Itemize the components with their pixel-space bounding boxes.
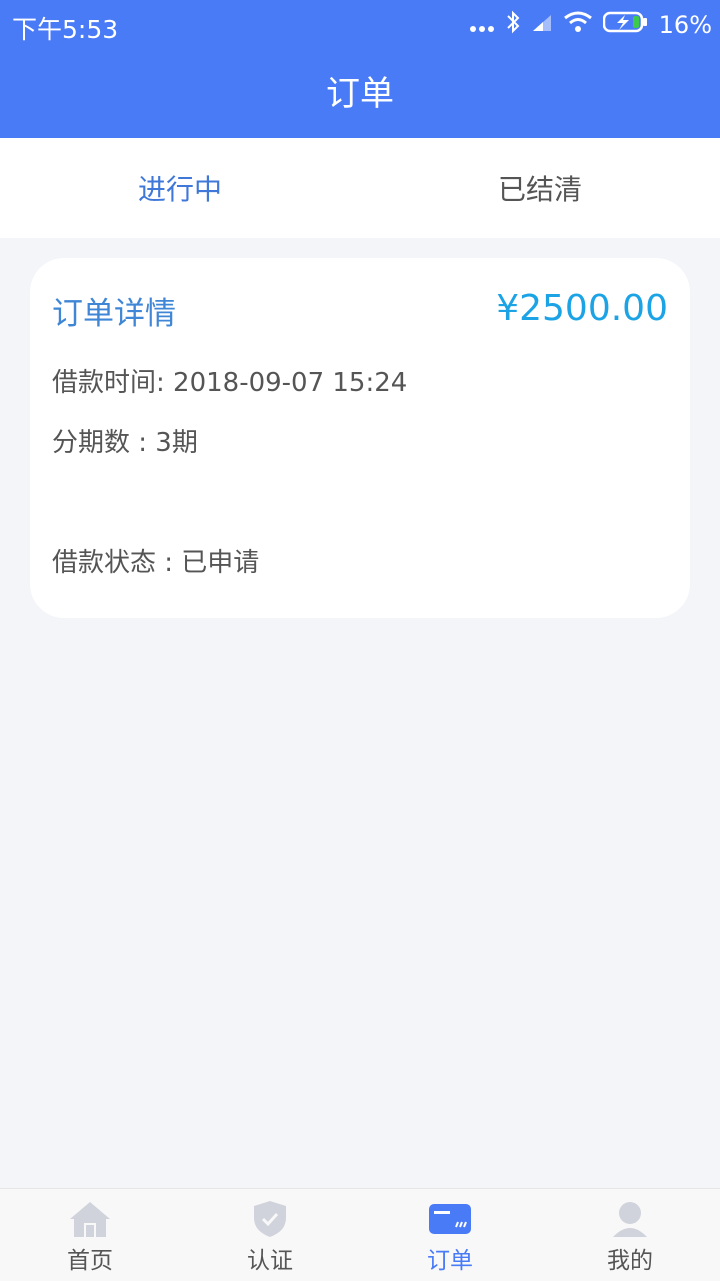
home-icon bbox=[67, 1199, 113, 1239]
battery-percent: 16% bbox=[658, 11, 712, 39]
nav-home[interactable]: 首页 bbox=[0, 1189, 180, 1281]
battery-icon bbox=[602, 11, 649, 39]
tab-settled[interactable]: 已结清 bbox=[360, 138, 720, 238]
tab-in-progress[interactable]: 进行中 bbox=[0, 138, 360, 238]
nav-mine-label: 我的 bbox=[607, 1248, 653, 1274]
card-icon bbox=[427, 1199, 473, 1239]
bottom-nav: 首页 认证 订单 我的 bbox=[0, 1188, 720, 1281]
nav-mine[interactable]: 我的 bbox=[540, 1189, 720, 1281]
shield-check-icon bbox=[247, 1199, 293, 1239]
bluetooth-icon bbox=[505, 9, 521, 41]
nav-orders-label: 订单 bbox=[427, 1248, 473, 1274]
order-card[interactable]: 订单详情 ¥2500.00 借款时间: 2018-09-07 15:24 分期数… bbox=[30, 258, 690, 618]
order-card-title: 订单详情 bbox=[52, 296, 176, 332]
loan-status: 借款状态 : 已申请 bbox=[52, 548, 260, 578]
signal-icon bbox=[531, 11, 553, 39]
order-amount: ¥2500.00 bbox=[496, 288, 668, 329]
status-bar: 下午5:53 16% bbox=[0, 0, 720, 50]
wifi-icon bbox=[563, 11, 593, 39]
nav-certify-label: 认证 bbox=[247, 1248, 293, 1274]
nav-home-label: 首页 bbox=[67, 1248, 113, 1274]
more-dots-icon bbox=[469, 11, 495, 39]
nav-certify[interactable]: 认证 bbox=[180, 1189, 360, 1281]
nav-orders[interactable]: 订单 bbox=[360, 1189, 540, 1281]
top-bar: 下午5:53 16% 订单 bbox=[0, 0, 720, 138]
user-icon bbox=[607, 1199, 653, 1239]
status-icons: 16% bbox=[469, 10, 712, 40]
page-title: 订单 bbox=[326, 74, 394, 114]
loan-time: 借款时间: 2018-09-07 15:24 bbox=[52, 368, 408, 398]
order-tabs: 进行中 已结清 bbox=[0, 138, 720, 238]
installments: 分期数 : 3期 bbox=[52, 428, 198, 458]
status-time: 下午5:53 bbox=[12, 15, 119, 44]
